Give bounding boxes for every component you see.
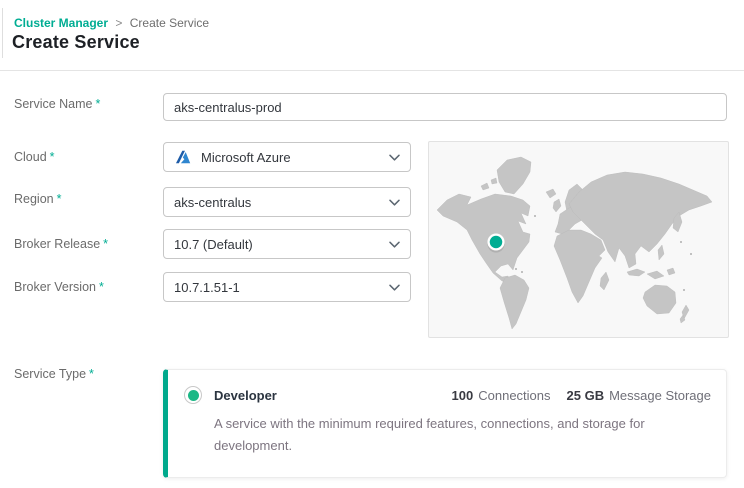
create-service-page: Cluster Manager > Create Service Create … xyxy=(0,0,744,488)
broker-release-select[interactable]: 10.7 (Default) xyxy=(163,229,411,259)
region-label-text: Region xyxy=(14,192,54,206)
cloud-label: Cloud* xyxy=(14,150,55,164)
service-type-label-text: Service Type xyxy=(14,367,86,381)
option-title: Developer xyxy=(214,388,277,403)
service-name-label-text: Service Name xyxy=(14,97,93,111)
storage-stat: 25 GB Message Storage xyxy=(567,388,711,403)
breadcrumb-cluster-manager-link[interactable]: Cluster Manager xyxy=(14,16,108,30)
service-name-label: Service Name* xyxy=(14,97,100,111)
region-select-value: aks-centralus xyxy=(174,195,251,210)
broker-release-label: Broker Release* xyxy=(14,237,108,251)
chevron-down-icon xyxy=(389,154,400,161)
option-description: A service with the minimum required feat… xyxy=(214,413,676,457)
breadcrumb-current: Create Service xyxy=(130,16,209,30)
required-asterisk: * xyxy=(96,97,101,111)
broker-release-label-text: Broker Release xyxy=(14,237,100,251)
connections-value: 100 xyxy=(452,388,474,403)
page-title: Create Service xyxy=(12,32,140,53)
broker-version-label: Broker Version* xyxy=(14,280,104,294)
connections-stat: 100 Connections xyxy=(452,388,551,403)
chevron-down-icon xyxy=(389,199,400,206)
service-type-option-developer[interactable]: Developer 100 Connections 25 GB Message … xyxy=(163,369,727,478)
service-type-label: Service Type* xyxy=(14,367,94,381)
region-label: Region* xyxy=(14,192,62,206)
required-asterisk: * xyxy=(99,280,104,294)
option-stats: 100 Connections 25 GB Message Storage xyxy=(452,388,711,403)
required-asterisk: * xyxy=(50,150,55,164)
cloud-label-text: Cloud xyxy=(14,150,47,164)
cloud-select[interactable]: Microsoft Azure xyxy=(163,142,411,172)
developer-radio-button[interactable] xyxy=(184,386,202,404)
service-name-input[interactable] xyxy=(163,93,727,121)
azure-logo-icon xyxy=(174,148,192,166)
chevron-down-icon xyxy=(389,284,400,291)
broker-release-select-value: 10.7 (Default) xyxy=(174,237,253,252)
required-asterisk: * xyxy=(89,367,94,381)
breadcrumb-separator: > xyxy=(115,16,122,30)
breadcrumb: Cluster Manager > Create Service xyxy=(14,16,209,30)
region-marker-icon xyxy=(487,235,504,253)
connections-label: Connections xyxy=(478,388,550,403)
service-type-option-header: Developer 100 Connections 25 GB Message … xyxy=(168,370,726,404)
panel-edge-divider xyxy=(2,8,3,58)
broker-version-select-value: 10.7.1.51-1 xyxy=(174,280,240,295)
required-asterisk: * xyxy=(57,192,62,206)
chevron-down-icon xyxy=(389,241,400,248)
broker-version-select[interactable]: 10.7.1.51-1 xyxy=(163,272,411,302)
header-divider xyxy=(0,70,744,71)
storage-label: Message Storage xyxy=(609,388,711,403)
broker-version-label-text: Broker Version xyxy=(14,280,96,294)
cloud-select-value: Microsoft Azure xyxy=(201,150,291,165)
storage-value: 25 GB xyxy=(567,388,605,403)
required-asterisk: * xyxy=(103,237,108,251)
region-world-map xyxy=(428,141,729,338)
world-map-graphic xyxy=(429,142,728,337)
radio-selected-dot xyxy=(188,390,199,401)
region-select[interactable]: aks-centralus xyxy=(163,187,411,217)
